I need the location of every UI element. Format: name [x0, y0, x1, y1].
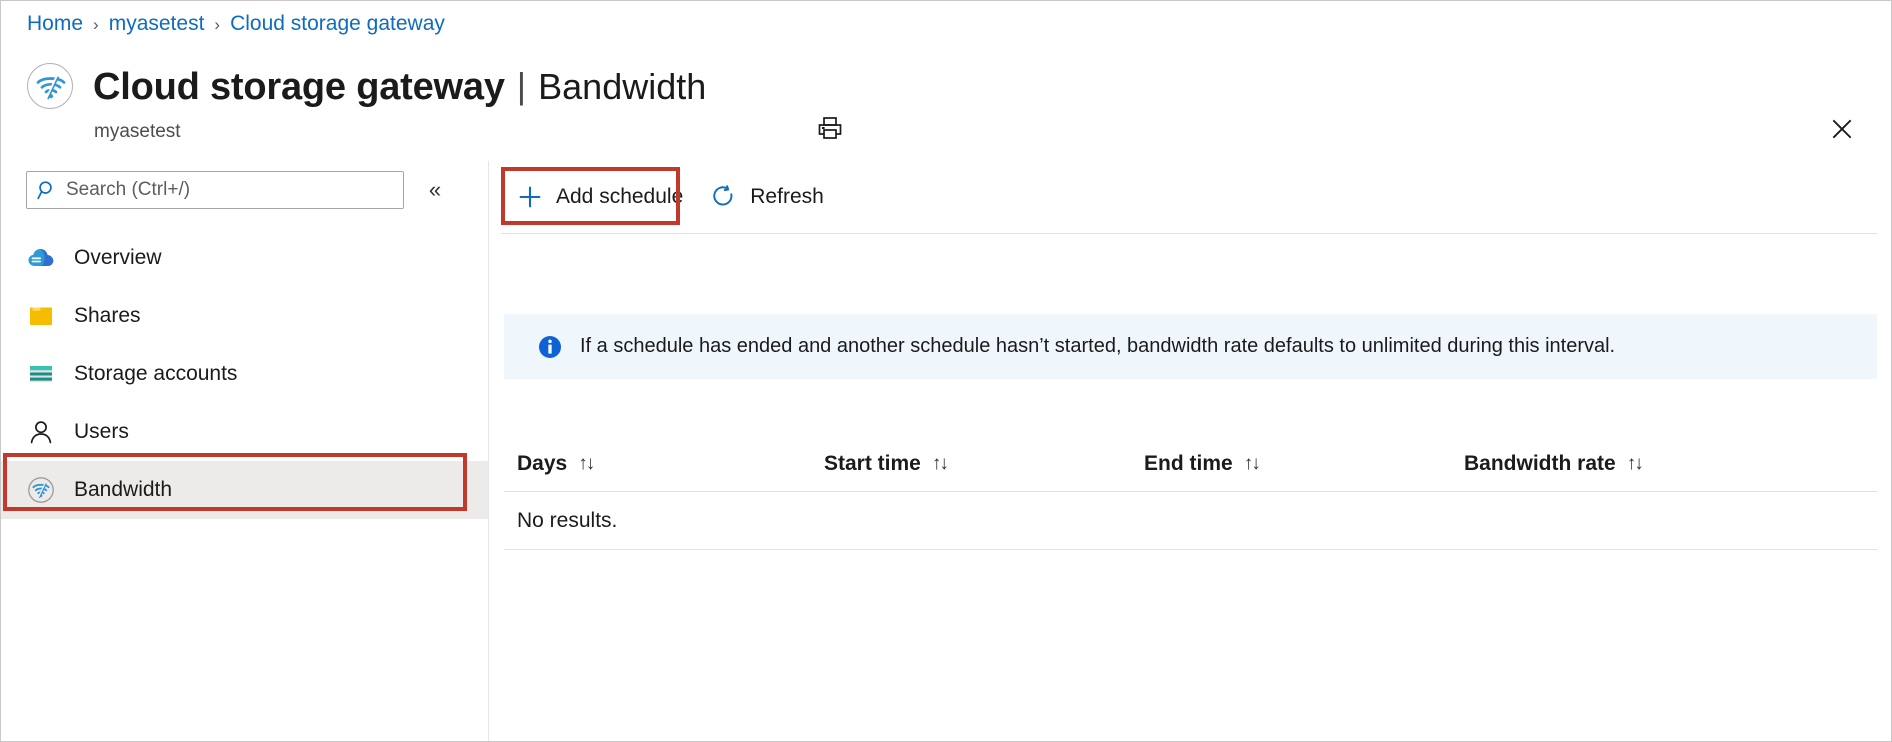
breadcrumb-separator-icon: ›	[214, 15, 221, 34]
column-header-label: Days	[517, 452, 568, 475]
add-schedule-label: Add schedule	[556, 185, 684, 208]
sidebar-item-overview[interactable]: Overview	[1, 229, 488, 287]
sidebar-item-label: Users	[74, 420, 129, 443]
print-icon	[818, 117, 842, 139]
table-header-row: Days ↑↓ Start time ↑↓ End time ↑↓ Bandwi…	[504, 437, 1877, 492]
collapse-nav-button[interactable]: «	[419, 174, 451, 206]
column-header-bandwidth-rate[interactable]: Bandwidth rate ↑↓	[1464, 452, 1824, 476]
bandwidth-signal-icon	[36, 75, 66, 100]
sort-icon: ↑↓	[578, 453, 595, 474]
search-icon	[37, 181, 52, 200]
search-container	[26, 171, 404, 209]
table-empty-row: No results.	[504, 492, 1877, 550]
user-icon	[26, 417, 56, 447]
resource-subtitle: myasetest	[94, 121, 181, 142]
close-icon	[1832, 119, 1852, 139]
sidebar-item-label: Overview	[74, 246, 162, 269]
sidebar-item-storage-accounts[interactable]: Storage accounts	[1, 345, 488, 403]
refresh-button[interactable]: Refresh	[697, 175, 838, 219]
storage-account-icon	[26, 359, 56, 389]
column-header-days[interactable]: Days ↑↓	[504, 452, 824, 476]
cloud-storage-gateway-icon	[27, 63, 73, 109]
sort-icon: ↑↓	[1626, 453, 1644, 474]
breadcrumb-item-myasetest[interactable]: myasetest	[109, 10, 205, 38]
nav-list: Overview Shares Storage accounts Users B…	[1, 229, 488, 519]
column-header-end-time[interactable]: End time ↑↓	[1144, 452, 1464, 476]
cloud-icon	[26, 243, 56, 273]
sidebar-item-label: Shares	[74, 304, 141, 327]
command-toolbar: Add schedule Refresh	[490, 161, 1891, 233]
close-blade-button[interactable]	[1824, 111, 1860, 147]
breadcrumb: Home › myasetest › Cloud storage gateway	[27, 10, 445, 38]
info-icon	[537, 334, 563, 360]
sidebar-item-users[interactable]: Users	[1, 403, 488, 461]
sort-icon: ↑↓	[1243, 453, 1261, 474]
refresh-label: Refresh	[750, 185, 824, 208]
column-header-start-time[interactable]: Start time ↑↓	[824, 452, 1144, 476]
breadcrumb-item-home[interactable]: Home	[27, 10, 83, 38]
info-banner: If a schedule has ended and another sche…	[504, 314, 1877, 379]
sidebar-item-shares[interactable]: Shares	[1, 287, 488, 345]
sort-icon: ↑↓	[931, 453, 949, 474]
bandwidth-icon	[26, 475, 56, 505]
sidebar-item-label: Bandwidth	[74, 478, 173, 501]
search-input[interactable]	[66, 179, 393, 201]
search-box[interactable]	[26, 171, 404, 209]
blade-content: Add schedule Refresh If a schedule has e…	[490, 161, 1891, 741]
column-header-label: End time	[1144, 452, 1233, 475]
column-header-label: Start time	[824, 452, 921, 475]
page-title-section: Bandwidth	[538, 66, 707, 107]
blade-header: Cloud storage gateway | Bandwidth myaset…	[1, 49, 1891, 149]
refresh-icon	[711, 184, 737, 210]
bandwidth-schedule-table: Days ↑↓ Start time ↑↓ End time ↑↓ Bandwi…	[504, 437, 1877, 550]
add-schedule-button[interactable]: Add schedule	[503, 175, 697, 219]
column-header-label: Bandwidth rate	[1464, 452, 1616, 475]
page-title-resource: Cloud storage gateway	[93, 66, 505, 108]
print-button[interactable]	[813, 111, 847, 145]
info-banner-text: If a schedule has ended and another sche…	[580, 335, 1616, 357]
azure-portal-blade: Home › myasetest › Cloud storage gateway…	[0, 0, 1892, 742]
no-results-message: No results.	[517, 508, 618, 532]
plus-icon	[517, 184, 543, 210]
page-title: Cloud storage gateway | Bandwidth	[93, 64, 706, 110]
breadcrumb-separator-icon: ›	[93, 15, 99, 34]
blade-left-navigation: « Overview	[1, 161, 489, 741]
page-title-separator: |	[516, 65, 527, 106]
sidebar-item-bandwidth[interactable]: Bandwidth	[1, 461, 488, 519]
folder-icon	[26, 301, 56, 331]
breadcrumb-item-cloud-storage-gateway[interactable]: Cloud storage gateway	[230, 10, 445, 38]
toolbar-divider	[501, 233, 1877, 234]
sidebar-item-label: Storage accounts	[74, 362, 238, 385]
